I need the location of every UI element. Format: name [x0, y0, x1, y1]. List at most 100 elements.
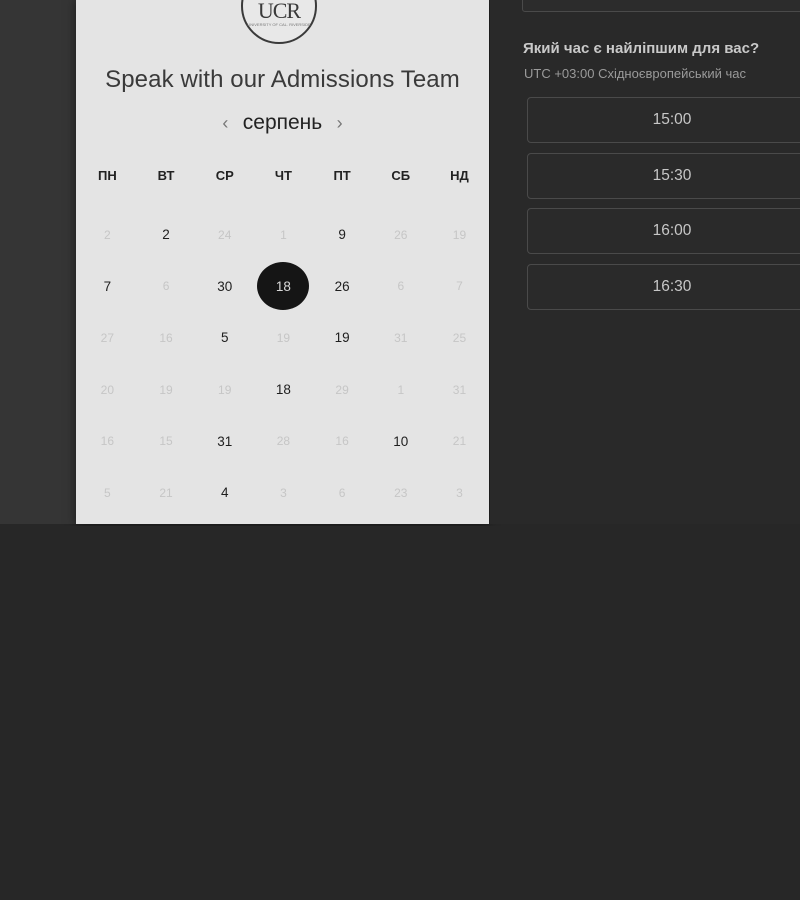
day-number: 27	[100, 330, 115, 345]
calendar-week-row: 5 21 4 3 6 23 3	[78, 467, 489, 519]
calendar-day-unavailable: 31	[371, 312, 430, 364]
calendar-week-row: 7 6 30 18 26 6 7	[78, 261, 489, 313]
calendar-day[interactable]: 7	[78, 261, 137, 313]
time-question: Який час є найліпшим для вас?	[523, 40, 760, 57]
day-number: 30	[217, 278, 233, 294]
time-selection-panel: Який час є найліпшим для вас? UTC +03:00…	[490, 0, 800, 524]
day-number: 2	[162, 227, 170, 243]
calendar-day-unavailable: 3	[430, 467, 489, 519]
calendar-day[interactable]: 4	[195, 467, 254, 519]
day-number: 18	[275, 382, 291, 398]
calendar-day[interactable]: 31	[195, 415, 254, 467]
calendar-day[interactable]: 26	[313, 261, 372, 313]
day-number: 19	[159, 382, 173, 397]
day-number: 7	[103, 278, 112, 294]
calendar-day-unavailable: 6	[371, 261, 430, 313]
day-number: 21	[452, 434, 467, 449]
day-number: 26	[334, 278, 350, 294]
time-slot-button[interactable]: 15:30	[527, 152, 800, 199]
weekday-label: СБ	[391, 168, 411, 183]
calendar-day-unavailable: 19	[430, 209, 489, 261]
calendar-day-unavailable: 2	[78, 209, 137, 261]
calendar-day[interactable]: 2	[137, 209, 196, 261]
day-number: 3	[280, 485, 287, 500]
day-number: 26	[394, 227, 408, 242]
calendar-week-row: 2 2 24 1 9 26 19	[78, 209, 489, 261]
day-number: 5	[104, 485, 111, 500]
day-number: 3	[456, 485, 463, 500]
left-background-strip	[0, 0, 76, 524]
chevron-right-icon[interactable]: ›	[327, 113, 353, 134]
calendar-week-row: 16 15 31 28 16 10 21	[78, 415, 489, 467]
ucr-logo: UCR UNIVERSITY OF CAL. RIVERSIDE	[241, 0, 317, 44]
month-navigation: ‹ серпень ›	[76, 111, 489, 139]
calendar-day-selected[interactable]: 18	[254, 261, 313, 313]
timezone-label: UTC +03:00 Східноєвропейський час	[524, 66, 746, 81]
day-number: 6	[397, 279, 405, 294]
weekday-label: ПТ	[333, 168, 351, 183]
calendar-day-unavailable: 21	[430, 415, 489, 467]
calendar-day-unavailable: 6	[313, 467, 372, 519]
calendar-day-unavailable: 28	[254, 415, 313, 467]
day-number: 19	[452, 227, 467, 242]
calendar-day-unavailable: 1	[254, 209, 313, 261]
day-number: 5	[220, 330, 229, 346]
day-number: 31	[394, 330, 408, 345]
month-label: серпень	[242, 111, 323, 134]
time-slot-button[interactable]: 16:00	[527, 208, 800, 254]
calendar-day-unavailable: 27	[78, 312, 137, 364]
calendar-day-unavailable: 21	[137, 467, 196, 519]
weekday-label: ЧТ	[274, 168, 292, 183]
day-number: 31	[217, 433, 233, 449]
weekday-label: СР	[215, 168, 234, 183]
day-number: 6	[338, 485, 346, 500]
logo-subtext: UNIVERSITY OF CAL. RIVERSIDE	[247, 22, 311, 27]
day-number: 6	[162, 279, 170, 294]
day-number: 9	[338, 227, 346, 243]
chevron-left-icon[interactable]: ‹	[212, 113, 238, 134]
calendar-day-unavailable: 3	[254, 467, 313, 519]
calendar-day-unavailable: 19	[195, 364, 254, 416]
day-number: 20	[100, 382, 115, 397]
time-slot-button[interactable]: 16:30	[527, 263, 800, 310]
day-number: 4	[220, 485, 229, 501]
day-number: 7	[456, 279, 463, 294]
weekday-header: ПН ВТ СР ЧТ ПТ СБ НД	[78, 168, 489, 188]
calendar-day-unavailable: 23	[371, 467, 430, 519]
calendar-day-unavailable: 5	[78, 467, 137, 519]
day-number: 25	[452, 330, 467, 345]
calendar-day[interactable]: 19	[313, 312, 372, 364]
day-number: 16	[100, 434, 115, 449]
calendar-day[interactable]: 5	[195, 312, 254, 364]
day-number: 1	[397, 382, 405, 397]
logo-text: UCR	[257, 0, 301, 23]
calendar-day-unavailable: 19	[137, 364, 196, 416]
day-number: 16	[159, 330, 173, 345]
day-number: 18	[257, 262, 310, 311]
calendar-day-unavailable: 29	[313, 364, 372, 416]
day-number: 10	[393, 433, 409, 449]
day-number: 31	[452, 382, 467, 397]
page-background	[0, 526, 800, 900]
day-number: 19	[334, 330, 350, 346]
calendar-day[interactable]: 18	[254, 364, 313, 416]
time-slot-button[interactable]: 15:00	[527, 97, 800, 143]
calendar-day-unavailable: 16	[137, 312, 196, 364]
weekday-label: ПН	[97, 168, 117, 183]
calendar-day[interactable]: 10	[371, 415, 430, 467]
day-number: 29	[335, 382, 349, 397]
calendar-day-unavailable: 24	[195, 209, 254, 261]
calendar-day-unavailable: 7	[430, 261, 489, 313]
top-field[interactable]	[522, 0, 800, 12]
calendar-grid: 2 2 24 1 9 26 19 7 6 30 18 26 6 7 27 16 5 19 19 31 25 20 19 19 1…	[78, 209, 489, 519]
calendar-day[interactable]: 9	[313, 209, 372, 261]
calendar-panel: UCR UNIVERSITY OF CAL. RIVERSIDE Speak w…	[76, 0, 489, 524]
day-number: 28	[276, 434, 291, 449]
day-number: 15	[159, 434, 173, 449]
calendar-day-unavailable: 25	[430, 312, 489, 364]
calendar-day-unavailable: 1	[371, 364, 430, 416]
calendar-day-unavailable: 20	[78, 364, 137, 416]
calendar-day[interactable]: 30	[195, 261, 254, 313]
day-number: 19	[276, 330, 291, 345]
weekday-label: НД	[450, 168, 469, 183]
